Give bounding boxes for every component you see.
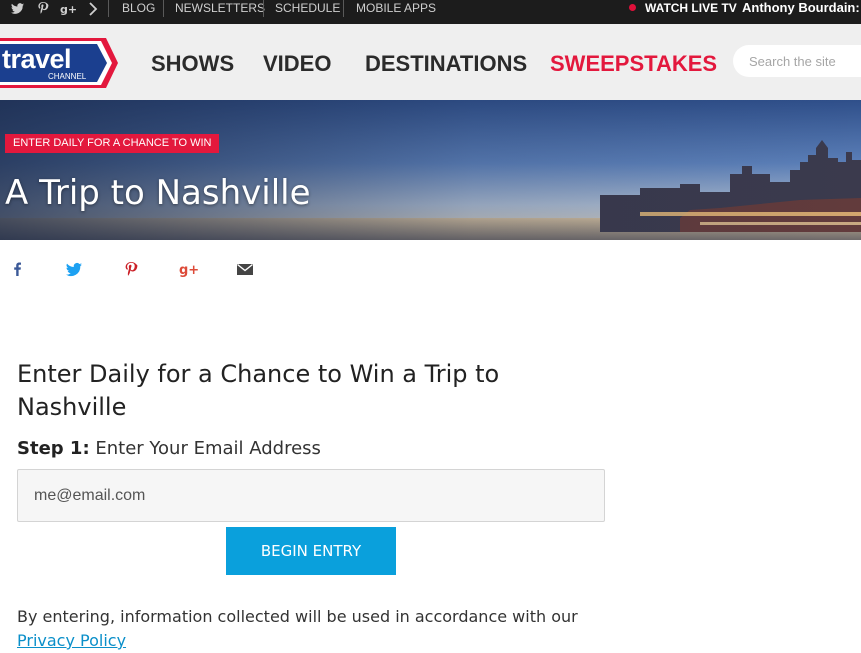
svg-text:g+: g+ [60,3,76,16]
mobile-apps-link[interactable]: MOBILE APPS [356,0,436,16]
legal-text: By entering, information collected will … [17,607,578,626]
pinterest-icon[interactable] [121,259,141,279]
nav-shows[interactable]: SHOWS [151,50,234,78]
google-plus-icon[interactable]: g+ [60,1,76,17]
divider [163,0,164,17]
travel-channel-logo[interactable]: travel CHANNEL [0,36,120,90]
nav-video[interactable]: VIDEO [263,50,331,78]
schedule-link[interactable]: SCHEDULE [275,0,340,16]
divider [263,0,264,17]
privacy-policy-link[interactable]: Privacy Policy [17,631,126,650]
pinterest-icon[interactable] [37,1,49,17]
hero-tag: ENTER DAILY FOR A CHANCE TO WIN [5,134,220,153]
divider [108,0,109,17]
promo-link[interactable]: Anthony Bourdain: [742,0,860,16]
google-plus-icon[interactable]: g+ [178,259,198,279]
utility-bar: g+ BLOG NEWSLETTERS SCHEDULE MOBILE APPS… [0,0,861,24]
step-label: Step 1: Enter Your Email Address [17,437,321,461]
step-text: Enter Your Email Address [95,438,321,459]
hero-title: A Trip to Nashville [5,173,311,213]
twitter-icon[interactable] [64,259,84,279]
main-header: travel CHANNEL SHOWS VIDEO DESTINATIONS … [0,24,861,100]
live-indicator-icon [629,4,636,11]
nav-destinations[interactable]: DESTINATIONS [365,50,527,78]
divider [343,0,344,17]
begin-entry-button[interactable]: BEGIN ENTRY [226,527,396,575]
step-number: Step 1: [17,438,90,459]
search-input[interactable] [733,45,861,77]
twitter-icon[interactable] [11,1,25,17]
logo-wordmark: travel [2,44,71,74]
newsletters-link[interactable]: NEWSLETTERS [175,0,265,16]
form-title: Enter Daily for a Chance to Win a Trip t… [17,360,500,421]
facebook-icon[interactable] [8,259,28,279]
watch-live-tv-link[interactable]: WATCH LIVE TV [645,0,737,16]
logo-subtitle: CHANNEL [48,72,87,81]
nav-sweepstakes[interactable]: SWEEPSTAKES [550,50,717,78]
email-icon[interactable] [235,259,255,279]
chevron-right-icon[interactable] [88,1,98,17]
blog-link[interactable]: BLOG [122,0,155,16]
email-field[interactable] [17,469,605,522]
hero-banner: ENTER DAILY FOR A CHANCE TO WIN A Trip t… [0,100,861,240]
svg-text:g+: g+ [179,263,198,278]
